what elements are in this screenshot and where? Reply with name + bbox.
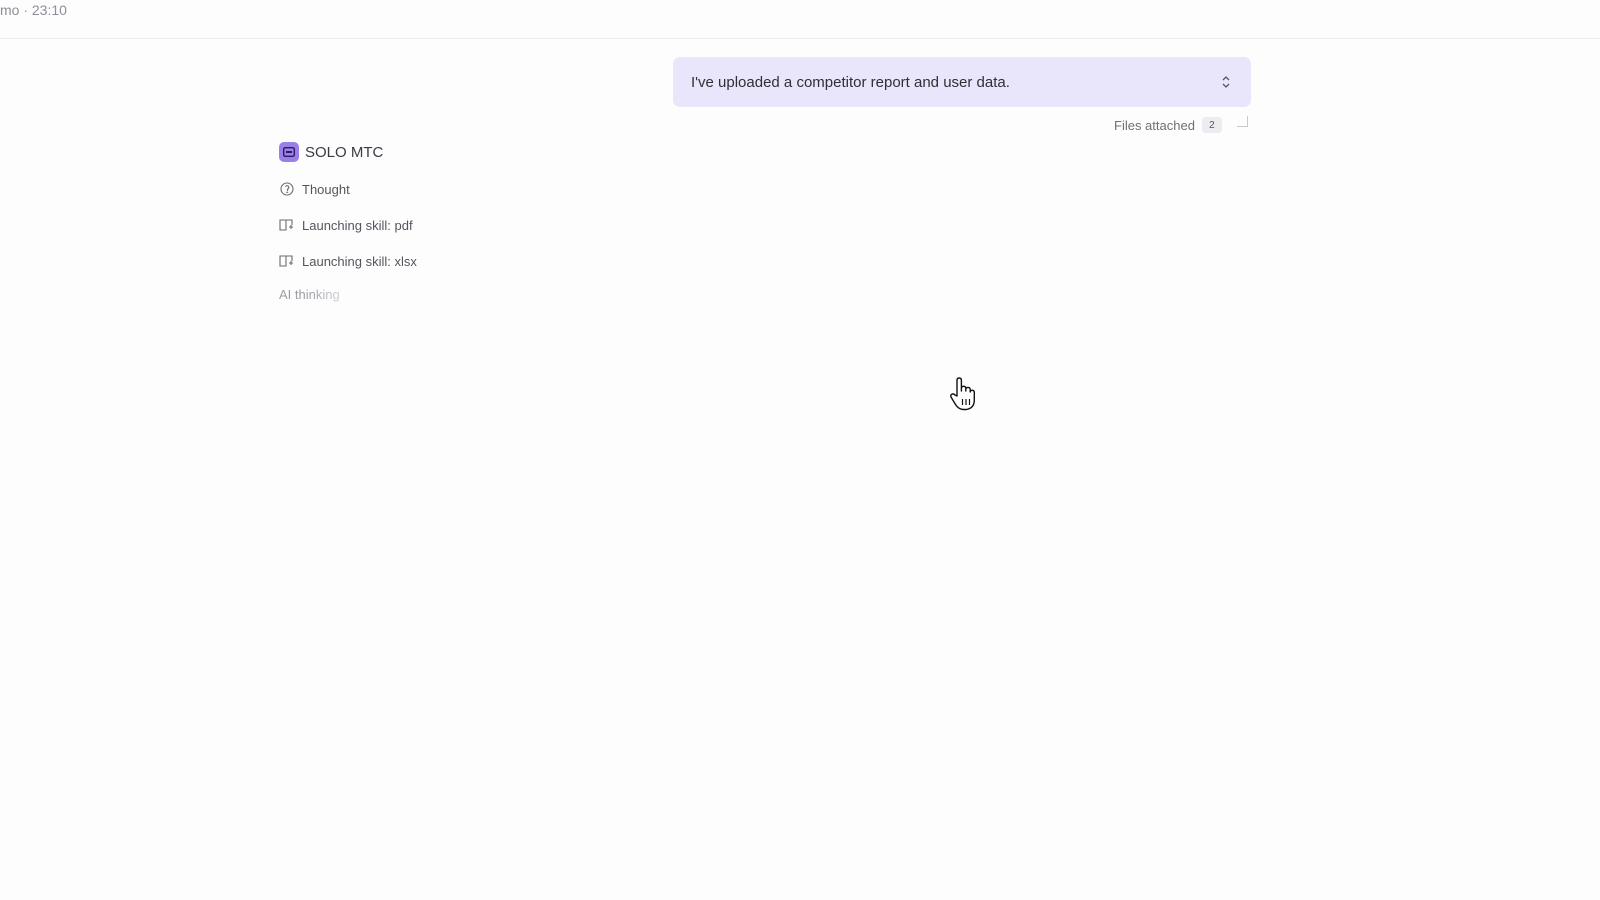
- agent-header: SOLO MTC: [279, 141, 417, 163]
- expand-collapse-icon[interactable]: [1219, 73, 1233, 91]
- top-bar: mo · 23:10: [0, 0, 1600, 39]
- user-message-text: I've uploaded a competitor report and us…: [691, 73, 1010, 91]
- user-message-bubble[interactable]: I've uploaded a competitor report and us…: [673, 57, 1251, 107]
- step-launch-skill-xlsx[interactable]: Launching skill: xlsx: [279, 251, 417, 271]
- agent-panel: SOLO MTC Thought Launching skill: pdf La…: [279, 141, 417, 302]
- step-launch-skill-pdf[interactable]: Launching skill: pdf: [279, 215, 417, 235]
- skill-book-icon: [279, 253, 295, 269]
- agent-logo-icon: [279, 142, 299, 162]
- lightbulb-icon: [279, 181, 295, 197]
- corner-arrow-icon: [1236, 115, 1248, 127]
- files-attached[interactable]: Files attached 2: [1114, 115, 1248, 134]
- skill-book-icon: [279, 217, 295, 233]
- hand-pointer-icon: [950, 377, 975, 411]
- ai-thinking-status: AI thinking: [279, 287, 417, 302]
- step-label: Launching skill: xlsx: [302, 253, 417, 269]
- step-label: Thought: [302, 181, 350, 197]
- files-attached-label: Files attached: [1114, 117, 1195, 133]
- step-label: Launching skill: pdf: [302, 217, 413, 233]
- conversation-title: mo · 23:10: [0, 2, 67, 18]
- agent-name: SOLO MTC: [305, 143, 384, 161]
- step-thought[interactable]: Thought: [279, 179, 417, 199]
- files-count-badge: 2: [1201, 117, 1222, 133]
